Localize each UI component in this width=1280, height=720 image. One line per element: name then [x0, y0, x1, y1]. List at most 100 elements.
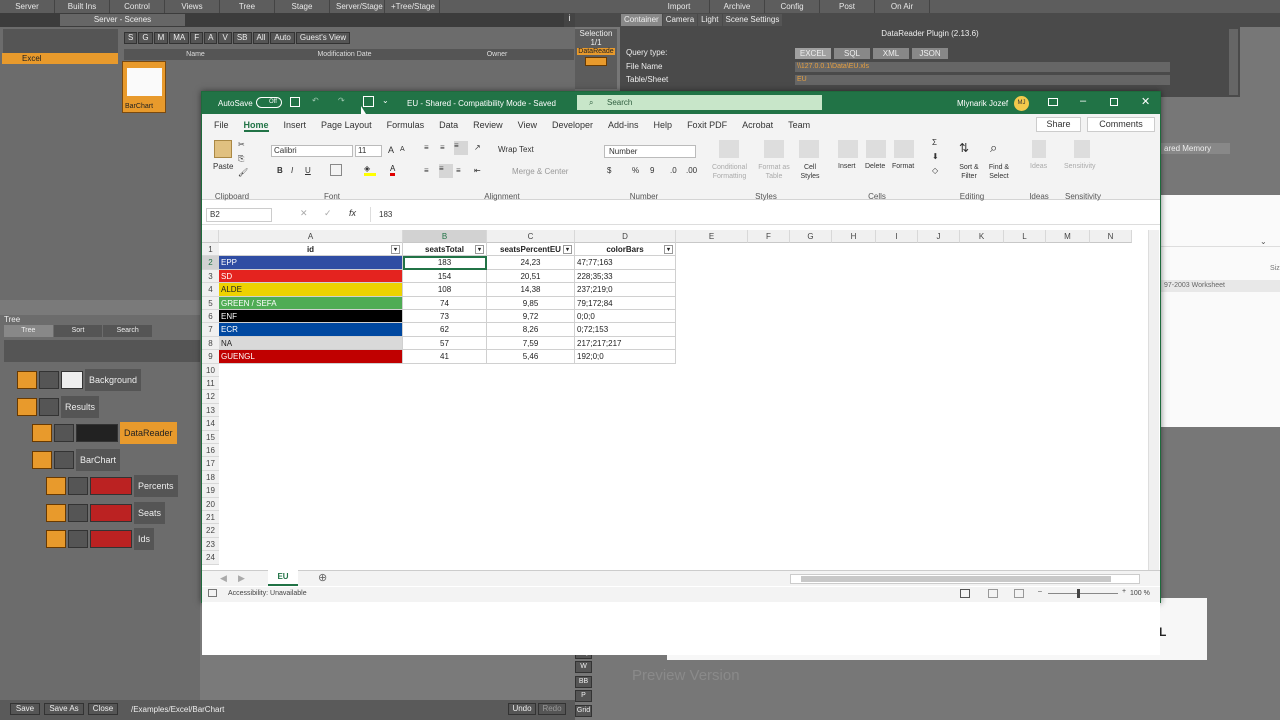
- cut-icon[interactable]: ✂: [238, 140, 245, 149]
- align-left-icon[interactable]: ≡: [424, 166, 429, 175]
- column-header-B[interactable]: B: [403, 230, 487, 243]
- page-break-icon[interactable]: [1014, 589, 1024, 598]
- sort-filter-button[interactable]: Sort & Filter: [955, 163, 983, 181]
- scene-filter-s[interactable]: S: [124, 32, 138, 44]
- search-box[interactable]: ⌕ Search: [577, 95, 822, 110]
- cell-seats-percent[interactable]: 14,38: [487, 283, 575, 297]
- scene-thumbnail-barchart[interactable]: BarChart: [122, 61, 166, 113]
- comments-button[interactable]: Comments: [1087, 117, 1155, 132]
- cell-seats-percent[interactable]: 7,59: [487, 336, 575, 351]
- container-icon[interactable]: [32, 451, 52, 469]
- font-size-select[interactable]: 11: [355, 145, 382, 157]
- tree-node-percents[interactable]: Percents: [46, 475, 178, 497]
- header-cell[interactable]: id ▾: [219, 243, 403, 257]
- cell-seats-percent[interactable]: 20,51: [487, 269, 575, 284]
- user-avatar[interactable]: MJ: [1014, 96, 1029, 111]
- horizontal-scrollbar[interactable]: [790, 574, 1140, 584]
- row-header[interactable]: 19: [202, 484, 219, 498]
- scene-filter-sb[interactable]: SB: [232, 32, 252, 44]
- customize-qat-icon[interactable]: ⌄: [382, 96, 389, 105]
- column-header-J[interactable]: J: [918, 230, 960, 243]
- copy-icon[interactable]: ⎘: [238, 154, 244, 164]
- row-header[interactable]: 23: [202, 537, 219, 552]
- scene-filter-guest-s-view[interactable]: Guest's View: [295, 32, 351, 44]
- cell-seats-total[interactable]: 108: [403, 283, 487, 297]
- zoom-out-icon[interactable]: –: [1038, 588, 1042, 595]
- increase-decimal-icon[interactable]: .0: [670, 166, 677, 175]
- row-header[interactable]: 12: [202, 390, 219, 404]
- panel-tab-scene-settings[interactable]: Scene Settings: [722, 14, 783, 26]
- find-select-icon[interactable]: ⌕: [990, 140, 997, 156]
- close-button[interactable]: Close: [88, 703, 118, 715]
- orientation-icon[interactable]: ↗: [474, 143, 481, 152]
- cell-styles-icon[interactable]: [799, 140, 819, 158]
- row-header[interactable]: 7: [202, 323, 219, 337]
- viz-menu-built-ins[interactable]: Built Ins: [55, 0, 110, 13]
- column-header-H[interactable]: H: [832, 230, 876, 243]
- row-header[interactable]: 24: [202, 551, 219, 565]
- zoom-in-icon[interactable]: +: [1122, 588, 1126, 595]
- viz-menu-server[interactable]: Server: [0, 0, 55, 13]
- ribbon-tab-developer[interactable]: Developer: [552, 120, 593, 132]
- normal-view-icon[interactable]: [960, 589, 970, 598]
- header-cell[interactable]: seatsTotal ▾: [403, 243, 487, 257]
- file-name-field[interactable]: \\127.0.0.1\Data\EU.xls: [795, 62, 1170, 72]
- cell-id[interactable]: ALDE: [219, 283, 403, 297]
- cell-seats-total[interactable]: 57: [403, 336, 487, 351]
- column-header-C[interactable]: C: [487, 230, 575, 243]
- conditional-formatting-button[interactable]: Conditional Formatting: [707, 163, 752, 181]
- scene-tab[interactable]: Server - Scenes: [60, 14, 185, 26]
- cell-id[interactable]: SD: [219, 269, 403, 284]
- decrease-decimal-icon[interactable]: .00: [686, 166, 697, 175]
- cell-seats-total[interactable]: 73: [403, 310, 487, 324]
- filter-dropdown-icon[interactable]: ▾: [391, 245, 400, 254]
- container-icon[interactable]: [46, 504, 66, 522]
- panel-tab-container[interactable]: Container: [621, 14, 662, 26]
- header-cell[interactable]: colorBars ▾: [575, 243, 676, 257]
- percent-icon[interactable]: %: [632, 166, 639, 175]
- save-button[interactable]: Save: [10, 703, 40, 715]
- col-owner[interactable]: Owner: [422, 49, 572, 60]
- column-header-M[interactable]: M: [1046, 230, 1090, 243]
- viz-menu--tree-stage[interactable]: +Tree/Stage: [385, 0, 440, 13]
- row-header[interactable]: 14: [202, 417, 219, 431]
- zoom-thumb[interactable]: [1077, 589, 1080, 598]
- cell-seats-total[interactable]: 41: [403, 350, 487, 364]
- cell-id[interactable]: EPP: [219, 256, 403, 270]
- row-header[interactable]: 15: [202, 430, 219, 444]
- row-header[interactable]: 20: [202, 497, 219, 511]
- column-header-N[interactable]: N: [1090, 230, 1132, 243]
- filter-dropdown-icon[interactable]: ▾: [563, 245, 572, 254]
- align-bottom-icon[interactable]: ≡: [454, 141, 468, 155]
- insert-cells-icon[interactable]: [838, 140, 858, 158]
- folder-excel[interactable]: Excel: [2, 53, 118, 64]
- viz-menu-on-air[interactable]: On Air: [875, 0, 930, 13]
- sheet-tab-eu[interactable]: EU: [268, 570, 298, 586]
- align-right-icon[interactable]: ≡: [456, 166, 461, 175]
- scene-filter-v[interactable]: V: [218, 32, 232, 44]
- viz-menu-config[interactable]: Config: [765, 0, 820, 13]
- enter-icon[interactable]: ✓: [324, 208, 332, 219]
- align-center-icon[interactable]: ≡: [439, 164, 453, 178]
- column-header-A[interactable]: A: [219, 230, 403, 243]
- tree-node-seats[interactable]: Seats: [46, 502, 166, 524]
- column-header-G[interactable]: G: [790, 230, 832, 243]
- increase-font-icon[interactable]: A: [388, 145, 394, 155]
- scene-filter-auto[interactable]: Auto: [270, 32, 295, 44]
- currency-icon[interactable]: $: [607, 166, 611, 175]
- number-format-select[interactable]: Number: [604, 145, 696, 158]
- format-cells-button[interactable]: Format: [892, 163, 914, 170]
- ribbon-tab-data[interactable]: Data: [439, 120, 458, 132]
- ribbon-tab-review[interactable]: Review: [473, 120, 503, 132]
- row-header[interactable]: 5: [202, 296, 219, 310]
- panel-tab-camera[interactable]: Camera: [662, 14, 698, 26]
- accessibility-status[interactable]: Accessibility: Unavailable: [228, 590, 307, 597]
- ribbon-tab-acrobat[interactable]: Acrobat: [742, 120, 773, 132]
- row-header[interactable]: 22: [202, 524, 219, 538]
- query-json-button[interactable]: JSON: [912, 48, 948, 59]
- cell-color-bars[interactable]: 0;0;0: [575, 310, 676, 324]
- align-middle-icon[interactable]: ≡: [440, 143, 445, 152]
- cell-seats-total[interactable]: 183: [403, 256, 487, 270]
- cell-seats-total[interactable]: 154: [403, 269, 487, 284]
- row-header[interactable]: 16: [202, 444, 219, 458]
